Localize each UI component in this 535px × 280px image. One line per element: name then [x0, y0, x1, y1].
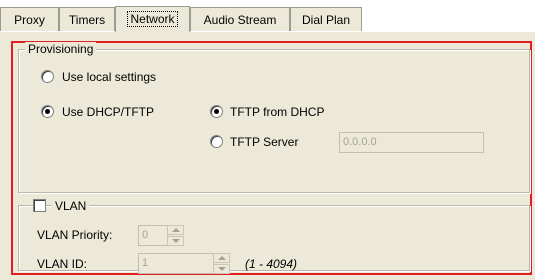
tftp-server-input[interactable]: 0.0.0.0 [339, 132, 484, 153]
vlan-priority-down-arrow-icon[interactable] [167, 236, 184, 246]
tftp-server-label[interactable]: TFTP Server [230, 135, 298, 149]
vlan-priority-spinner[interactable] [167, 225, 184, 246]
vlan-id-down-arrow-icon[interactable] [213, 264, 230, 274]
tab-audio-stream-label: Audio Stream [203, 13, 277, 27]
vlan-priority-input[interactable]: 0 [138, 225, 168, 246]
use-local-settings-radio[interactable] [41, 70, 54, 83]
use-dhcp-tftp-label[interactable]: Use DHCP/TFTP [62, 105, 154, 119]
vlan-id-input[interactable]: 1 [138, 253, 214, 274]
tab-audio-stream[interactable]: Audio Stream [190, 7, 290, 31]
tab-timers[interactable]: Timers [59, 7, 115, 31]
use-dhcp-tftp-radio[interactable] [41, 105, 54, 118]
tftp-from-dhcp-radio[interactable] [210, 105, 223, 118]
vlan-checkbox[interactable] [33, 199, 46, 212]
vlan-id-spinner[interactable] [213, 253, 230, 274]
tab-strip: Proxy Timers Network Audio Stream Dial P… [0, 6, 535, 34]
vlan-id-range-hint: (1 - 4094) [245, 257, 298, 271]
tftp-server-radio[interactable] [210, 135, 223, 148]
tab-network[interactable]: Network [115, 6, 190, 32]
vlan-id-label: VLAN ID: [37, 257, 88, 271]
tab-proxy[interactable]: Proxy [0, 7, 59, 31]
tab-proxy-label: Proxy [14, 13, 45, 27]
vlan-priority-label: VLAN Priority: [37, 228, 113, 242]
tftp-from-dhcp-label[interactable]: TFTP from DHCP [230, 105, 324, 119]
vlan-priority-up-arrow-icon[interactable] [167, 225, 184, 235]
vlan-legend[interactable]: VLAN [52, 199, 90, 213]
tab-timers-label: Timers [68, 13, 106, 27]
tab-dial-plan[interactable]: Dial Plan [290, 7, 362, 31]
tab-network-label: Network [127, 11, 178, 27]
provisioning-legend: Provisioning [25, 42, 97, 56]
tab-dial-plan-label: Dial Plan [301, 13, 351, 27]
vlan-id-up-arrow-icon[interactable] [213, 253, 230, 263]
use-local-settings-label[interactable]: Use local settings [62, 70, 156, 84]
